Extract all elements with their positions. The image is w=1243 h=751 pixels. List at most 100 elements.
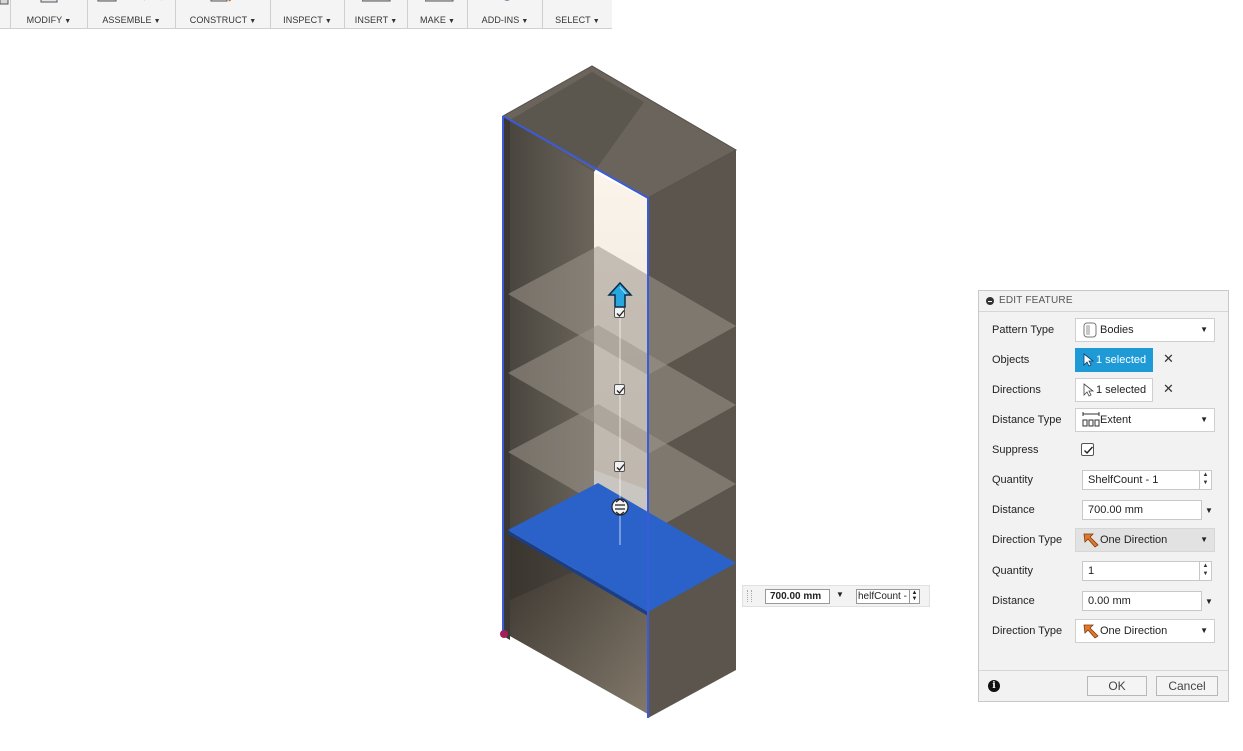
cancel-button[interactable]: Cancel bbox=[1156, 676, 1218, 696]
row-objects: Objects 1 selected ✕ bbox=[979, 345, 1228, 375]
chevron-down-icon[interactable]: ▼ bbox=[1205, 506, 1213, 515]
check-icon bbox=[616, 464, 625, 471]
suppress-checkbox[interactable] bbox=[1081, 443, 1094, 456]
objects-select-button[interactable]: 1 selected bbox=[1075, 348, 1153, 372]
distance-2-field[interactable]: 0.00 mm bbox=[1082, 591, 1202, 611]
quantity-label: Quantity bbox=[992, 474, 1033, 486]
check-icon bbox=[1084, 446, 1094, 455]
inline-quantity-field[interactable]: helfCount - 1 bbox=[856, 589, 910, 604]
chevron-down-icon: ▼ bbox=[1200, 415, 1208, 424]
row-distance-1: Distance 700.00 mm ▼ bbox=[979, 495, 1228, 525]
create-icon bbox=[0, 0, 9, 5]
quantity-2-field[interactable]: 1 bbox=[1082, 561, 1200, 581]
chevron-down-icon: ▼ bbox=[1200, 325, 1208, 334]
pattern-type-dropdown[interactable]: Bodies ▼ bbox=[1075, 318, 1215, 342]
toolbar-label-inspect: INSPECT bbox=[283, 15, 323, 25]
row-distance-type: Distance Type Extent ▼ bbox=[979, 405, 1228, 435]
toolbar: MODIFY ▼ ASSEMBLE ▼ CONSTRUCT ▼ INSPECT ▼ IN… bbox=[0, 0, 612, 29]
chevron-down-icon: ▼ bbox=[153, 18, 161, 25]
drag-handle[interactable] bbox=[747, 590, 752, 602]
toolbar-label-make: MAKE bbox=[420, 15, 446, 25]
direction-type-1-value: One Direction bbox=[1100, 534, 1168, 546]
check-icon bbox=[616, 387, 625, 394]
toolbar-group-assemble[interactable]: ASSEMBLE ▼ bbox=[88, 0, 176, 28]
extent-icon bbox=[1082, 412, 1100, 427]
toolbar-label-construct: CONSTRUCT bbox=[189, 15, 248, 25]
quantity-manipulator-icon[interactable] bbox=[611, 498, 629, 516]
toolbar-group-select[interactable]: SELECT ▼ bbox=[543, 0, 612, 28]
cursor-icon bbox=[1083, 383, 1094, 397]
panel-title: EDIT FEATURE bbox=[999, 295, 1073, 306]
make-icon bbox=[424, 0, 453, 2]
collapse-icon[interactable] bbox=[986, 297, 994, 305]
edit-feature-panel: EDIT FEATURE Pattern Type Bodies ▼ Objec… bbox=[978, 290, 1229, 702]
origin-point bbox=[500, 630, 508, 638]
direction-arrow-icon bbox=[1083, 533, 1099, 548]
toolbar-group-modify[interactable]: MODIFY ▼ bbox=[11, 0, 88, 28]
row-suppress: Suppress bbox=[979, 435, 1228, 465]
directions-label: Directions bbox=[992, 384, 1041, 396]
toolbar-group-make[interactable]: MAKE ▼ bbox=[408, 0, 468, 28]
row-directions: Directions 1 selected ✕ bbox=[979, 375, 1228, 405]
quantity-1-stepper[interactable]: ▲ ▼ bbox=[1200, 470, 1212, 490]
ok-button[interactable]: OK bbox=[1087, 676, 1147, 696]
cabinet-left-panel[interactable] bbox=[503, 116, 510, 640]
objects-label: Objects bbox=[992, 354, 1030, 366]
toolbar-label-assemble: ASSEMBLE bbox=[102, 15, 152, 25]
direction-type-1-dropdown[interactable]: One Direction ▼ bbox=[1075, 528, 1215, 552]
row-quantity-2: Quantity 1 ▲ ▼ bbox=[979, 556, 1228, 586]
direction-type-2-value: One Direction bbox=[1100, 625, 1168, 637]
toolbar-label-insert: INSERT bbox=[354, 15, 389, 25]
quantity-1-field[interactable]: ShelfCount - 1 bbox=[1082, 470, 1200, 490]
toolbar-group-insert[interactable]: INSERT ▼ bbox=[345, 0, 408, 28]
assemble-icon bbox=[97, 0, 162, 2]
quantity-2-stepper[interactable]: ▲ ▼ bbox=[1200, 561, 1212, 581]
construct-icon bbox=[210, 0, 232, 2]
inline-distance-field[interactable]: 700.00 mm bbox=[765, 589, 830, 604]
direction-type-label: Direction Type bbox=[992, 625, 1063, 637]
info-icon[interactable]: i bbox=[988, 680, 1000, 692]
quantity-label: Quantity bbox=[992, 565, 1033, 577]
suppress-label: Suppress bbox=[992, 444, 1039, 456]
chevron-down-icon: ▼ bbox=[592, 18, 600, 25]
directions-select-button[interactable]: 1 selected bbox=[1075, 378, 1153, 402]
instance-suppress-checkbox-3[interactable] bbox=[614, 461, 625, 472]
body-icon bbox=[1083, 322, 1097, 338]
distance-label: Distance bbox=[992, 504, 1035, 516]
panel-footer: i OK Cancel bbox=[979, 670, 1228, 701]
chevron-down-icon: ▼ bbox=[447, 18, 455, 25]
toolbar-label-add-ins: ADD-INS bbox=[481, 15, 520, 25]
toolbar-group-create-partial[interactable] bbox=[0, 0, 11, 28]
row-direction-type-1: Direction Type One Direction ▼ bbox=[979, 525, 1228, 555]
direction-type-label: Direction Type bbox=[992, 534, 1063, 546]
chevron-down-icon: ▼ bbox=[1200, 626, 1208, 635]
distance-1-field[interactable]: 700.00 mm bbox=[1082, 500, 1202, 520]
inline-dimension-input: 700.00 mm ▼ helfCount - 1 ▲ ▼ bbox=[742, 585, 930, 607]
direction-type-2-dropdown[interactable]: One Direction ▼ bbox=[1075, 619, 1215, 643]
chevron-down-icon[interactable]: ▼ bbox=[836, 590, 844, 599]
distance-type-dropdown[interactable]: Extent ▼ bbox=[1075, 408, 1215, 432]
clear-objects-icon[interactable]: ✕ bbox=[1163, 351, 1174, 367]
distance-type-label: Distance Type bbox=[992, 414, 1062, 426]
pattern-type-value: Bodies bbox=[1100, 324, 1134, 336]
toolbar-group-add-ins[interactable]: ADD-INS ▼ bbox=[468, 0, 543, 28]
row-quantity-1: Quantity ShelfCount - 1 ▲ ▼ bbox=[979, 465, 1228, 495]
toolbar-group-construct[interactable]: CONSTRUCT ▼ bbox=[176, 0, 271, 28]
row-direction-type-2: Direction Type One Direction ▼ bbox=[979, 616, 1228, 646]
row-pattern-type: Pattern Type Bodies ▼ bbox=[979, 315, 1228, 345]
toolbar-label-modify: MODIFY bbox=[26, 15, 63, 25]
inline-quantity-spinner[interactable]: ▲ ▼ bbox=[910, 589, 920, 604]
direction-arrow-icon bbox=[1083, 624, 1099, 639]
cursor-icon bbox=[1083, 353, 1094, 367]
instance-suppress-checkbox-1[interactable] bbox=[614, 307, 625, 318]
toolbar-group-inspect[interactable]: INSPECT ▼ bbox=[271, 0, 345, 28]
chevron-down-icon[interactable]: ▼ bbox=[1205, 597, 1213, 606]
distance-label: Distance bbox=[992, 595, 1035, 607]
check-icon bbox=[616, 310, 625, 317]
instance-suppress-checkbox-2[interactable] bbox=[614, 384, 625, 395]
objects-selected-count: 1 selected bbox=[1096, 354, 1147, 366]
chevron-down-icon: ▼ bbox=[521, 18, 529, 25]
modify-icon bbox=[40, 0, 58, 3]
clear-directions-icon[interactable]: ✕ bbox=[1163, 381, 1174, 397]
toolbar-label-select: SELECT bbox=[555, 15, 591, 25]
